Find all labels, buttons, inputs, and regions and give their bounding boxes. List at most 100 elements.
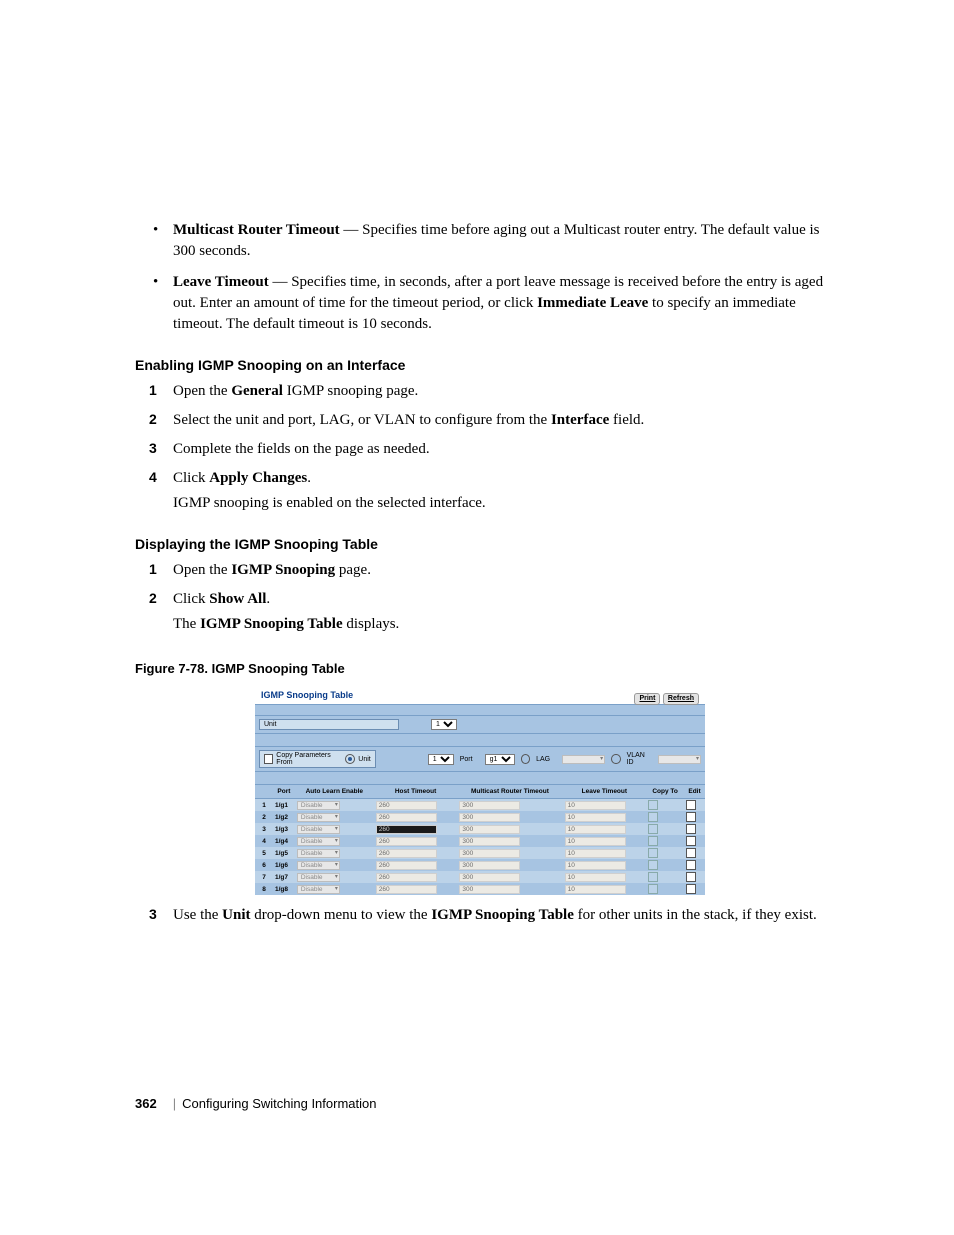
auto-learn-select[interactable]: Disable	[297, 825, 340, 834]
step-follow: The IGMP Snooping Table displays.	[173, 614, 834, 635]
edit-checkbox[interactable]	[686, 836, 696, 846]
edit-checkbox[interactable]	[686, 860, 696, 870]
host-timeout-input[interactable]: 260	[376, 849, 437, 858]
auto-learn-select[interactable]: Disable	[297, 861, 340, 870]
row-index: 4	[255, 835, 273, 847]
table-row: 51/g5Disable26030010	[255, 847, 705, 859]
snooping-table: Port Auto Learn Enable Host Timeout Mult…	[255, 784, 705, 895]
mrt-input[interactable]: 300	[459, 861, 520, 870]
col-leave-timeout: Leave Timeout	[563, 785, 647, 799]
edit-checkbox[interactable]	[686, 800, 696, 810]
steps-displaying: 1Open the IGMP Snooping page. 2Click Sho…	[135, 560, 834, 635]
edit-checkbox[interactable]	[686, 884, 696, 894]
copy-to-checkbox[interactable]	[648, 824, 658, 834]
port-label: Port	[460, 756, 473, 763]
refresh-button[interactable]: Refresh	[663, 693, 699, 705]
cell-host-timeout: 260	[374, 811, 458, 823]
edit-checkbox[interactable]	[686, 824, 696, 834]
mrt-input[interactable]: 300	[459, 849, 520, 858]
copy-to-checkbox[interactable]	[648, 836, 658, 846]
port-select[interactable]: g1	[485, 754, 515, 765]
auto-learn-select[interactable]: Disable	[297, 849, 340, 858]
steps-after-figure: 3Use the Unit drop-down menu to view the…	[135, 905, 834, 926]
cell-leave-timeout: 10	[563, 811, 647, 823]
cell-edit	[684, 859, 705, 871]
cell-auto-learn: Disable	[295, 883, 374, 895]
cell-mrt: 300	[457, 835, 562, 847]
auto-learn-select[interactable]: Disable	[297, 873, 340, 882]
host-timeout-input[interactable]: 260	[376, 861, 437, 870]
cell-leave-timeout: 10	[563, 871, 647, 883]
cell-mrt: 300	[457, 847, 562, 859]
steps-enabling: 1Open the General IGMP snooping page. 2S…	[135, 381, 834, 514]
leave-timeout-input[interactable]: 10	[565, 873, 626, 882]
host-timeout-input[interactable]: 260	[376, 837, 437, 846]
mrt-input[interactable]: 300	[459, 825, 520, 834]
edit-checkbox[interactable]	[686, 872, 696, 882]
copy-to-checkbox[interactable]	[648, 872, 658, 882]
cell-host-timeout: 260	[374, 847, 458, 859]
edit-checkbox[interactable]	[686, 848, 696, 858]
copy-to-checkbox[interactable]	[648, 848, 658, 858]
edit-checkbox[interactable]	[686, 812, 696, 822]
mrt-input[interactable]: 300	[459, 873, 520, 882]
auto-learn-select[interactable]: Disable	[297, 885, 340, 894]
auto-learn-select[interactable]: Disable	[297, 801, 340, 810]
cell-edit	[684, 883, 705, 895]
leave-timeout-input[interactable]: 10	[565, 861, 626, 870]
radio-lag[interactable]	[521, 754, 530, 764]
copy-to-checkbox[interactable]	[648, 800, 658, 810]
row-index: 6	[255, 859, 273, 871]
cell-port: 1/g8	[273, 883, 295, 895]
copy-params-checkbox[interactable]	[264, 754, 273, 764]
radio-unit[interactable]	[345, 754, 355, 764]
leave-timeout-input[interactable]: 10	[565, 849, 626, 858]
cell-copy-to	[646, 883, 684, 895]
cell-leave-timeout: 10	[563, 883, 647, 895]
auto-learn-select[interactable]: Disable	[297, 837, 340, 846]
heading-enabling-snooping: Enabling IGMP Snooping on an Interface	[135, 357, 834, 373]
cpf-unit-select[interactable]: 1	[428, 754, 454, 765]
bullet-multicast-router-timeout: Multicast Router Timeout — Specifies tim…	[135, 220, 834, 262]
row-index: 2	[255, 811, 273, 823]
copy-to-checkbox[interactable]	[648, 884, 658, 894]
cell-host-timeout: 260	[374, 799, 458, 812]
host-timeout-input[interactable]: 260	[376, 873, 437, 882]
cell-mrt: 300	[457, 859, 562, 871]
host-timeout-input[interactable]: 260	[376, 801, 437, 810]
cell-port: 1/g6	[273, 859, 295, 871]
mrt-input[interactable]: 300	[459, 801, 520, 810]
unit-select[interactable]: 1	[431, 719, 457, 730]
bullet-leave-timeout: Leave Timeout — Specifies time, in secon…	[135, 272, 834, 335]
auto-learn-select[interactable]: Disable	[297, 813, 340, 822]
host-timeout-input[interactable]: 260	[376, 885, 437, 894]
cell-port: 1/g1	[273, 799, 295, 812]
host-timeout-input[interactable]: 260	[376, 813, 437, 822]
unit-row: Unit 1	[255, 715, 705, 733]
mrt-input[interactable]: 300	[459, 885, 520, 894]
leave-timeout-input[interactable]: 10	[565, 801, 626, 810]
copy-to-checkbox[interactable]	[648, 860, 658, 870]
cell-mrt: 300	[457, 823, 562, 835]
leave-timeout-input[interactable]: 10	[565, 813, 626, 822]
step: 1Open the General IGMP snooping page.	[135, 381, 834, 402]
col-copy-to: Copy To	[646, 785, 684, 799]
cell-leave-timeout: 10	[563, 847, 647, 859]
cell-auto-learn: Disable	[295, 847, 374, 859]
mrt-input[interactable]: 300	[459, 813, 520, 822]
footer-section: Configuring Switching Information	[182, 1096, 376, 1111]
cell-leave-timeout: 10	[563, 823, 647, 835]
table-row: 71/g7Disable26030010	[255, 871, 705, 883]
host-timeout-input[interactable]: 260	[376, 825, 437, 834]
radio-vlan[interactable]	[611, 754, 620, 764]
leave-timeout-input[interactable]: 10	[565, 885, 626, 894]
leave-timeout-input[interactable]: 10	[565, 837, 626, 846]
mrt-input[interactable]: 300	[459, 837, 520, 846]
copy-to-checkbox[interactable]	[648, 812, 658, 822]
table-row: 11/g1Disable26030010	[255, 799, 705, 812]
leave-timeout-input[interactable]: 10	[565, 825, 626, 834]
row-index: 8	[255, 883, 273, 895]
print-button[interactable]: Print	[634, 693, 660, 705]
cell-mrt: 300	[457, 811, 562, 823]
cell-copy-to	[646, 823, 684, 835]
